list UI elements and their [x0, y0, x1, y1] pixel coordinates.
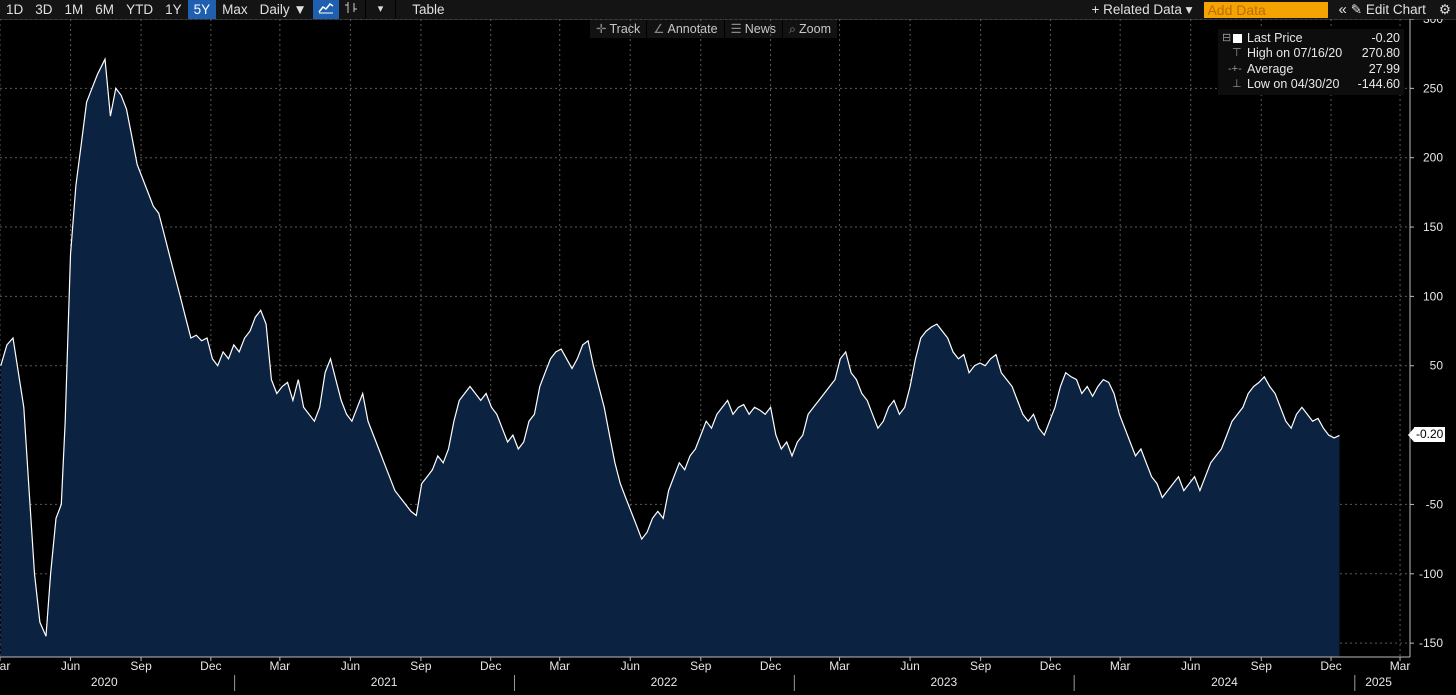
x-tick-label: Mar — [0, 659, 10, 673]
x-tick-label: Mar — [270, 659, 291, 673]
x-tick-label: Mar — [549, 659, 570, 673]
y-tick-label: -150 — [1419, 636, 1443, 650]
x-tick-label: Sep — [690, 659, 712, 673]
chart-type-dropdown-icon[interactable]: ▾ — [368, 0, 394, 19]
chart-canvas[interactable]: 300 250 200 150 100 50 -50 -100 -150 Mar Jun Sep De… — [0, 19, 1456, 695]
range-3d-button[interactable]: 3D — [29, 0, 58, 19]
average-marker-icon: -+- — [1228, 63, 1242, 75]
x-tick-label: Sep — [130, 659, 152, 673]
x-tick-label: Jun — [61, 659, 80, 673]
related-data-button[interactable]: + Related Data ▾ — [1085, 0, 1204, 19]
x-tick-label: Jun — [900, 659, 919, 673]
table-button[interactable]: Table — [398, 0, 458, 19]
ohlc-glyph — [344, 2, 357, 13]
range-5y-button[interactable]: 5Y — [187, 0, 217, 19]
year-label: 2025 — [1365, 675, 1392, 689]
frequency-dropdown[interactable]: Daily ▼ — [254, 0, 313, 19]
legend-last-price-label: Last Price — [1247, 31, 1303, 45]
x-tick-label: Mar — [829, 659, 850, 673]
x-axis: Mar Jun Sep Dec Mar Jun Sep Dec Mar Jun Sep Dec Mar J… — [0, 657, 1410, 691]
y-tick-label: 50 — [1430, 359, 1444, 373]
toolbar: 1D 3D 1M 6M YTD 1Y 5Y Max Daily ▼ ▾ Tabl… — [0, 0, 1456, 20]
x-tick-label: Jun — [1181, 659, 1200, 673]
legend-last-price-value: -0.20 — [1371, 31, 1401, 45]
toolbar-divider — [395, 0, 397, 19]
year-label: 2024 — [1211, 675, 1238, 689]
range-1y-button[interactable]: 1Y — [159, 0, 188, 19]
legend-swatch — [1233, 34, 1242, 43]
range-6m-button[interactable]: 6M — [89, 0, 120, 19]
y-tick-label: -100 — [1419, 567, 1443, 581]
legend-high-value: 270.80 — [1361, 46, 1400, 60]
legend-average: -+- Average 27.99 — [1218, 62, 1404, 77]
legend-high-label: High on 07/16/20 — [1247, 46, 1343, 60]
legend-low: ⊥ Low on 04/30/20 -144.60 — [1218, 77, 1404, 92]
legend-low-label: Low on 04/30/20 — [1247, 77, 1340, 91]
year-label: 2023 — [930, 675, 957, 689]
range-1m-button[interactable]: 1M — [59, 0, 90, 19]
toolbar-divider — [364, 0, 366, 19]
settings-gear-icon[interactable]: ⚙ — [1434, 0, 1456, 19]
range-1d-button[interactable]: 1D — [0, 0, 29, 19]
toolbar-right-group: + Related Data ▾ « ✎ Edit Chart ⚙ — [1085, 0, 1456, 19]
edit-chart-button[interactable]: ✎ Edit Chart — [1349, 0, 1434, 19]
line-chart-icon[interactable] — [312, 0, 339, 19]
x-tick-label: Jun — [341, 659, 360, 673]
legend-average-label: Average — [1247, 62, 1294, 76]
x-tick-label: Dec — [1040, 659, 1061, 673]
legend-high: ⊤ High on 07/16/20 270.80 — [1218, 46, 1404, 61]
range-ytd-button[interactable]: YTD — [120, 0, 159, 19]
x-tick-label: Jun — [621, 659, 640, 673]
series-area — [0, 59, 1340, 657]
add-data-input[interactable] — [1204, 1, 1329, 18]
last-value-badge: -0.20 — [1407, 427, 1446, 443]
year-label: 2021 — [371, 675, 398, 689]
line-chart-glyph — [318, 2, 334, 14]
legend: ⊟ Last Price -0.20 ⊤ High on 07/16/20 27… — [1218, 29, 1404, 95]
legend-average-value: 27.99 — [1368, 62, 1400, 76]
x-tick-label: Mar — [1110, 659, 1131, 673]
high-marker-icon: ⊤ — [1232, 47, 1242, 59]
y-axis: 300 250 200 150 100 50 -50 -100 -150 — [1410, 19, 1443, 650]
legend-low-value: -144.60 — [1357, 77, 1400, 91]
low-marker-icon: ⊥ — [1232, 78, 1242, 90]
y-tick-label: 150 — [1423, 220, 1443, 234]
x-tick-label: Dec — [200, 659, 221, 673]
year-label: 2022 — [651, 675, 678, 689]
bar-chart-icon[interactable] — [339, 0, 363, 19]
collapse-icon[interactable]: « — [1336, 0, 1348, 19]
y-tick-label: 300 — [1423, 19, 1443, 26]
x-tick-label: Sep — [970, 659, 992, 673]
y-tick-label: 250 — [1423, 81, 1443, 95]
y-tick-label: -50 — [1426, 497, 1444, 511]
year-label: 2020 — [91, 675, 118, 689]
x-tick-label: Sep — [410, 659, 432, 673]
legend-last-price: ⊟ Last Price -0.20 — [1218, 31, 1404, 46]
x-tick-label: Sep — [1251, 659, 1273, 673]
y-tick-label: 200 — [1423, 151, 1443, 165]
x-tick-label: Dec — [760, 659, 781, 673]
range-max-button[interactable]: Max — [216, 0, 254, 19]
y-tick-label: 100 — [1423, 289, 1443, 303]
x-tick-label: Dec — [1320, 659, 1341, 673]
x-tick-label: Dec — [480, 659, 501, 673]
legend-toggle-icon[interactable]: ⊟ — [1222, 31, 1231, 46]
x-tick-label: Mar — [1390, 659, 1411, 673]
